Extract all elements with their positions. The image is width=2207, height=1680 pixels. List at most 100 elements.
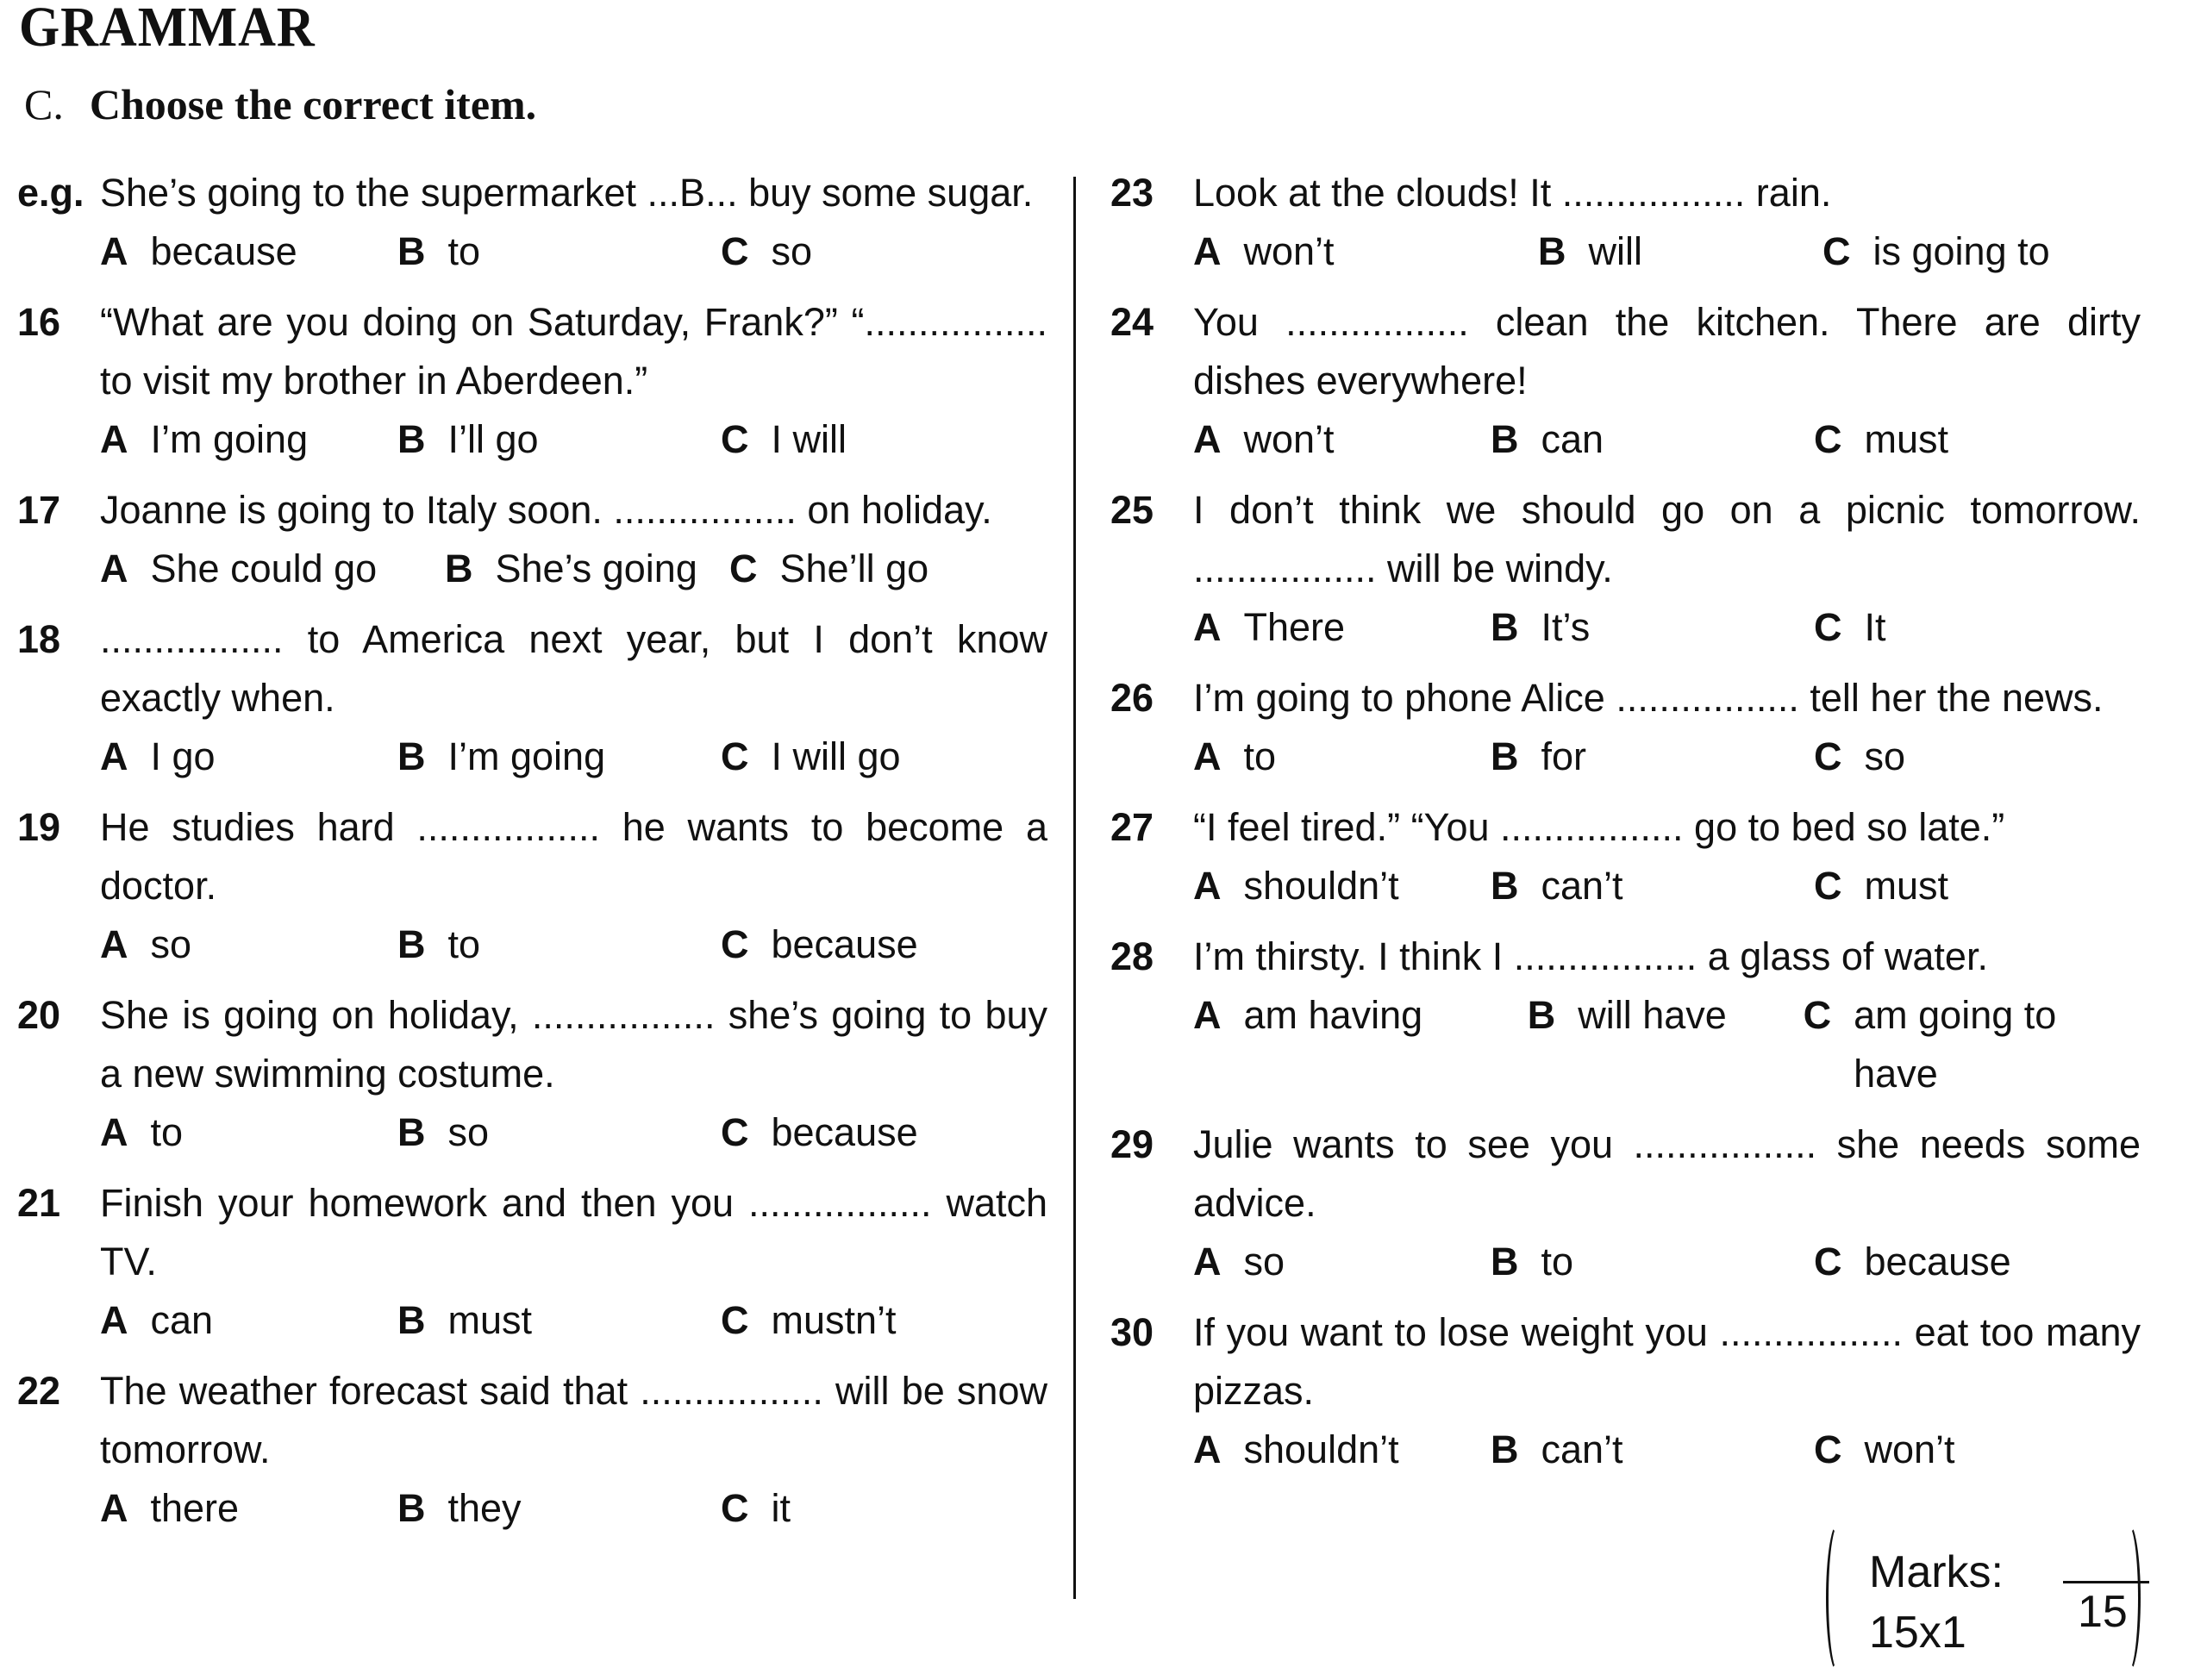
option-a[interactable]: A There <box>1193 598 1491 657</box>
option-b[interactable]: Bthey <box>397 1479 721 1538</box>
question-number: 27 <box>1110 805 1154 849</box>
option-text: will have <box>1578 993 1727 1037</box>
option-b[interactable]: Bcan <box>1491 410 1814 469</box>
option-b[interactable]: Bto <box>397 222 721 281</box>
option-c[interactable]: Cam going to have <box>1804 986 2141 1103</box>
option-a[interactable]: Awon’t <box>1193 222 1538 281</box>
option-text: I’m going <box>150 417 309 461</box>
option-text: so <box>771 229 813 273</box>
answer-options: Aso Bto Cbecause <box>1193 1233 2141 1291</box>
option-a[interactable]: A She could go <box>100 540 445 598</box>
option-c[interactable]: Cbecause <box>1814 1233 2011 1291</box>
question-item: 28 I’m thirsty. I think I ...............… <box>1110 927 2141 1103</box>
option-letter: B <box>1491 1240 1519 1283</box>
option-c[interactable]: Cmustn’t <box>721 1291 897 1350</box>
option-b[interactable]: B I’m going <box>397 728 721 786</box>
question-number: 23 <box>1110 171 1154 215</box>
option-letter: B <box>1527 993 1556 1037</box>
option-b[interactable]: B She’s going <box>445 540 729 598</box>
option-letter: A <box>100 734 128 778</box>
option-letter: B <box>1491 1427 1519 1471</box>
option-a[interactable]: A I’m going <box>100 410 397 469</box>
option-letter: A <box>1193 605 1222 649</box>
option-text: I go <box>150 734 216 778</box>
right-column: 23 Look at the clouds! It ...............… <box>1110 164 2141 1491</box>
option-text: to <box>1243 734 1277 778</box>
option-c[interactable]: Cit <box>721 1479 791 1538</box>
option-letter: B <box>1491 734 1519 778</box>
option-c[interactable]: Cis going to <box>1822 222 2050 281</box>
option-c[interactable]: Cmust <box>1814 857 1948 915</box>
option-text: so <box>1243 1240 1285 1283</box>
option-letter: B <box>1491 605 1519 649</box>
question-item: 20 She is going on holiday, .............… <box>17 986 1047 1162</box>
option-text: will <box>1588 229 1643 273</box>
option-text: can’t <box>1541 1427 1623 1471</box>
option-letter: B <box>445 546 473 590</box>
option-c[interactable]: Cbecause <box>721 1103 918 1162</box>
option-c[interactable]: Cbecause <box>721 915 918 974</box>
option-a[interactable]: Abecause <box>100 222 397 281</box>
question-item: 23 Look at the clouds! It ...............… <box>1110 164 2141 281</box>
option-a[interactable]: Ashouldn’t <box>1193 1421 1491 1479</box>
option-b[interactable]: Bwill <box>1538 222 1822 281</box>
option-a[interactable]: Ato <box>100 1103 397 1162</box>
option-letter: B <box>397 417 426 461</box>
option-letter: B <box>397 229 426 273</box>
option-b[interactable]: Bso <box>397 1103 721 1162</box>
option-text: because <box>771 1110 918 1154</box>
option-a[interactable]: Acan <box>100 1291 397 1350</box>
option-c[interactable]: C I will <box>721 410 847 469</box>
option-b[interactable]: B It’s <box>1491 598 1814 657</box>
option-c[interactable]: Cso <box>1814 728 1905 786</box>
option-text: so <box>1864 734 1906 778</box>
option-letter: C <box>721 734 749 778</box>
option-text: to <box>447 229 481 273</box>
option-b[interactable]: Bto <box>397 915 721 974</box>
option-a[interactable]: Awon’t <box>1193 410 1491 469</box>
option-a[interactable]: Aso <box>100 915 397 974</box>
option-letter: C <box>1814 605 1842 649</box>
option-a[interactable]: A I go <box>100 728 397 786</box>
question-stem: If you want to lose weight you .........… <box>1193 1310 2141 1413</box>
option-c[interactable]: Cso <box>721 222 812 281</box>
option-c[interactable]: C She’ll go <box>729 540 928 598</box>
answer-options: A I’m going B I’ll go C I will <box>100 410 1047 469</box>
question-item: 25 I don’t think we should go on a picnic… <box>1110 481 2141 657</box>
question-stem: I’m going to phone Alice ...............… <box>1193 676 2104 720</box>
option-b[interactable]: Bwill have <box>1528 986 1804 1103</box>
option-b[interactable]: Bcan’t <box>1491 857 1814 915</box>
option-a[interactable]: Ato <box>1193 728 1491 786</box>
option-a[interactable]: Aso <box>1193 1233 1491 1291</box>
option-text: I will <box>771 417 847 461</box>
option-b[interactable]: Bmust <box>397 1291 721 1350</box>
option-text: She could go <box>150 546 378 590</box>
option-text: to <box>150 1110 184 1154</box>
option-c[interactable]: C I will go <box>721 728 901 786</box>
option-letter: A <box>100 1486 128 1530</box>
option-letter: A <box>1193 417 1222 461</box>
answer-options: Aso Bto Cbecause <box>100 915 1047 974</box>
option-text: so <box>150 922 192 966</box>
exercise-instruction: C. Choose the correct item. <box>24 79 536 129</box>
option-a[interactable]: Ashouldn’t <box>1193 857 1491 915</box>
question-number: 18 <box>17 617 61 661</box>
option-text: can <box>150 1298 214 1342</box>
option-c[interactable]: Cwon’t <box>1814 1421 1955 1479</box>
option-letter: C <box>729 546 758 590</box>
option-letter: A <box>1193 993 1222 1037</box>
option-b[interactable]: Bto <box>1491 1233 1814 1291</box>
option-b[interactable]: Bfor <box>1491 728 1814 786</box>
option-b[interactable]: Bcan’t <box>1491 1421 1814 1479</box>
option-a[interactable]: Athere <box>100 1479 397 1538</box>
answer-options: A I go B I’m going C I will go <box>100 728 1047 786</box>
question-item: 29 Julie wants to see you ...............… <box>1110 1115 2141 1291</box>
option-letter: C <box>721 229 749 273</box>
option-text: I will go <box>771 734 901 778</box>
option-a[interactable]: Aam having <box>1193 986 1528 1103</box>
option-b[interactable]: B I’ll go <box>397 410 721 469</box>
option-text: am having <box>1243 993 1423 1037</box>
option-c[interactable]: C It <box>1814 598 1886 657</box>
option-c[interactable]: Cmust <box>1814 410 1948 469</box>
question-stem: She’s going to the supermarket ...B... b… <box>100 171 1034 215</box>
